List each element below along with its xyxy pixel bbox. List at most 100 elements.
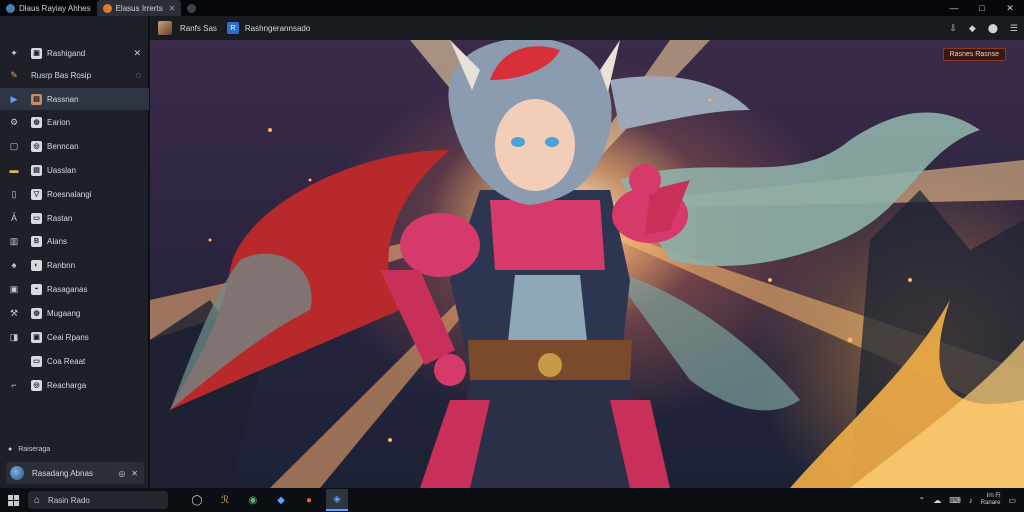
system-tray: ⌃ ☁ ⌨ ♪ Irn Fl Ranare ▭ bbox=[919, 488, 1024, 512]
left-fist bbox=[434, 354, 466, 386]
tab-close-icon[interactable]: ✕ bbox=[169, 4, 176, 13]
sidebar-item-label: Reacharga bbox=[47, 380, 87, 390]
sidebar-item-6[interactable]: ▬ ▤ Uasslan bbox=[0, 159, 149, 181]
search-text: Rasin Rado bbox=[48, 495, 90, 505]
chest-armor bbox=[490, 200, 605, 270]
sidebar-item-3[interactable]: ▶ ▤ Rassnan bbox=[0, 88, 149, 110]
taskbar-search[interactable]: ⌂ Rasin Rado bbox=[28, 491, 168, 509]
sidebar-sub-icon: ▽ bbox=[31, 188, 42, 200]
sidebar-item-label: Ranbnn bbox=[47, 260, 76, 270]
sidebar-item-1[interactable]: ✦ ▣ Rashigand ✕ bbox=[0, 42, 149, 64]
sidebar-item-9[interactable]: ▥ B Alans bbox=[0, 230, 149, 252]
image-viewer[interactable]: Rasnes Rasnse bbox=[150, 40, 1024, 488]
user-profile[interactable]: Rasadang Abnas ◎ ✕ bbox=[6, 462, 144, 484]
user-icon: Ȃ bbox=[10, 213, 17, 223]
right-fist bbox=[629, 164, 661, 196]
maximize-button[interactable]: □ bbox=[968, 0, 996, 16]
clock[interactable]: Irn Fl Ranare bbox=[981, 493, 1001, 507]
user-name: Rasadang Abnas bbox=[32, 468, 93, 478]
chevron-up-icon[interactable]: ⌃ bbox=[919, 496, 926, 505]
settings-icon: ⚙ bbox=[9, 116, 19, 127]
store-icon[interactable]: ◆ bbox=[270, 489, 292, 511]
files-icon[interactable]: ℛ bbox=[214, 489, 236, 511]
sidebar-item-label: Benncan bbox=[47, 141, 79, 151]
sidebar-item-label: Earion bbox=[47, 117, 71, 127]
gear-icon: ✦ bbox=[10, 47, 18, 58]
download-icon[interactable]: ⇩ bbox=[949, 23, 957, 34]
close-icon[interactable]: ✕ bbox=[133, 48, 141, 59]
sidebar-item-12[interactable]: ⚒ ◍ Mugaang bbox=[0, 302, 149, 324]
sidebar-item-label: Alans bbox=[47, 236, 68, 246]
sidebar-item-13[interactable]: ◨ ▣ Ceai Rpans bbox=[0, 326, 149, 348]
tab-3[interactable] bbox=[181, 0, 202, 16]
tools-icon: ⚒ bbox=[9, 307, 19, 318]
sidebar-sub-icon: ▣ bbox=[31, 331, 42, 343]
clock-time: Irn Fl bbox=[986, 493, 1001, 499]
globe-icon bbox=[187, 3, 197, 13]
belt-buckle bbox=[538, 353, 562, 377]
settings-icon[interactable]: ◎ bbox=[118, 469, 125, 478]
sidebar-sub-icon: ▭ bbox=[31, 355, 42, 367]
keyboard-icon[interactable]: ⌨ bbox=[949, 496, 961, 505]
sidebar-item-14[interactable]: ▭ Coa Reaat bbox=[0, 350, 149, 372]
left-pauldron bbox=[400, 213, 480, 277]
sidebar-sub-icon: B bbox=[31, 235, 42, 247]
sidebar-item-label: Uasslan bbox=[47, 165, 76, 175]
sidebar-item-5[interactable]: ▢ ◎ Benncan bbox=[0, 135, 149, 157]
toolbar-actions: ⇩ ◆ ⬤ ☰ bbox=[949, 23, 1018, 34]
sidebar-item-label: Mugaang bbox=[47, 308, 81, 318]
play-icon: ▶ bbox=[10, 93, 18, 104]
sidebar-item-label: Rastan bbox=[47, 213, 73, 223]
fox-icon bbox=[102, 3, 112, 13]
thumbnail-icon[interactable] bbox=[158, 21, 172, 35]
folder-icon: ▬ bbox=[9, 165, 19, 175]
sidebar-item-label: Rashigand bbox=[47, 48, 86, 58]
sidebar-item-label: Rusrp Bas Rosip bbox=[31, 70, 92, 80]
sidebar-item-11[interactable]: ▣ ◓ Rasaganas bbox=[0, 278, 149, 300]
sidebar-item-10[interactable]: ♠ ◐ Ranbnn bbox=[0, 254, 149, 276]
cloud-icon[interactable]: ☁ bbox=[933, 496, 941, 505]
sidebar-item-4[interactable]: ⚙ ◍ Earion bbox=[0, 111, 149, 133]
chrome-icon[interactable]: ◉ bbox=[242, 489, 264, 511]
sidebar-sub-icon: ▤ bbox=[31, 164, 42, 176]
sidebar-item-15[interactable]: ⌐ ◎ Reacharga bbox=[0, 374, 149, 396]
diamond-icon[interactable]: ◆ bbox=[969, 23, 976, 34]
file-title: Rashngerannsado bbox=[244, 23, 311, 33]
close-button[interactable]: ✕ bbox=[996, 0, 1024, 16]
sidebar-item-label: Rassnan bbox=[47, 94, 79, 104]
start-button[interactable] bbox=[0, 488, 26, 512]
avatar bbox=[10, 466, 24, 480]
close-icon[interactable]: ✕ bbox=[131, 469, 138, 478]
media-icon[interactable]: ● bbox=[298, 489, 320, 511]
sidebar-item-label: Coa Reaat bbox=[47, 356, 86, 366]
share-icon[interactable]: ⬤ bbox=[988, 23, 998, 34]
sidebar-item-2[interactable]: ✎ Rusrp Bas Rosip ◌ bbox=[0, 64, 149, 86]
browser-window: Dlaus Rayiay Ahhes Elasus Irrerts ✕ — □ … bbox=[0, 0, 1024, 488]
tab-2[interactable]: Elasus Irrerts ✕ bbox=[96, 0, 182, 16]
link-icon: ⌐ bbox=[11, 380, 17, 390]
title-bar: Dlaus Rayiay Ahhes Elasus Irrerts ✕ — □ … bbox=[0, 0, 1024, 16]
character-face bbox=[495, 99, 575, 191]
sidebar-status: ● Raiseraga bbox=[8, 446, 50, 453]
sidebar-item-7[interactable]: ▯ ▽ Roesnalangi bbox=[0, 183, 149, 205]
taskbar-apps: ◯ ℛ ◉ ◆ ● ◈ bbox=[186, 489, 348, 511]
viewer-toolbar: Ranfs Sas R Rashngerannsado ⇩ ◆ ⬤ ☰ bbox=[150, 16, 1024, 40]
image-badge[interactable]: Rasnes Rasnse bbox=[942, 48, 1006, 61]
window-controls: — □ ✕ bbox=[940, 0, 1024, 16]
search-icon: ⌂ bbox=[34, 494, 41, 506]
viewer-app-icon[interactable]: ◈ bbox=[326, 489, 348, 511]
notification-icon[interactable]: ▭ bbox=[1008, 496, 1016, 505]
tag-icon: ◨ bbox=[9, 331, 19, 342]
sidebar-item-8[interactable]: Ȃ ▭ Rastan bbox=[0, 207, 149, 229]
clock-date: Ranare bbox=[980, 500, 1001, 506]
minimize-button[interactable]: — bbox=[940, 0, 968, 16]
artwork-illustration bbox=[150, 40, 1024, 488]
sidebar: ✦ ▣ Rashigand ✕ ✎ Rusrp Bas Rosip ◌ ▶ ▤ … bbox=[0, 16, 149, 488]
tab-1[interactable]: Dlaus Rayiay Ahhes bbox=[0, 0, 97, 16]
task-view-icon[interactable]: ◯ bbox=[186, 489, 208, 511]
user-actions: ◎ ✕ bbox=[118, 469, 138, 478]
sidebar-sub-icon: ◍ bbox=[31, 307, 42, 319]
volume-icon[interactable]: ♪ bbox=[969, 496, 973, 505]
menu-icon[interactable]: ☰ bbox=[1010, 23, 1018, 34]
sidebar-sub-icon: ▤ bbox=[31, 93, 42, 105]
